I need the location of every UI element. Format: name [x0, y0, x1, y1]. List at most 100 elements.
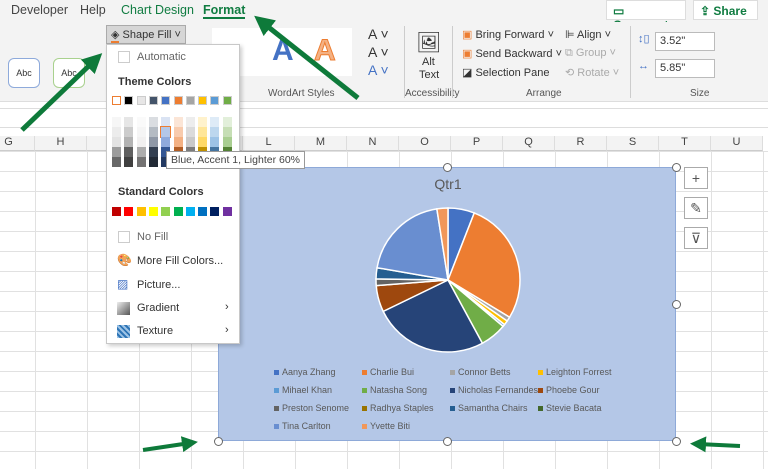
rotate-button[interactable]: ⟲ Rotate ˅ — [565, 66, 619, 79]
theme-color-shade-swatch[interactable] — [148, 127, 158, 137]
theme-color-shade-swatch[interactable] — [112, 157, 121, 167]
column-header[interactable]: Q — [503, 136, 555, 151]
column-header[interactable]: O — [399, 136, 451, 151]
legend-item[interactable]: Yvette Biti — [362, 421, 410, 431]
resize-handle[interactable] — [214, 437, 223, 446]
legend-item[interactable]: Stevie Bacata — [538, 403, 602, 413]
theme-color-shade-swatch[interactable] — [112, 147, 121, 157]
theme-color-swatch[interactable] — [148, 96, 158, 105]
theme-color-shade-swatch[interactable] — [124, 137, 134, 147]
standard-color-swatch[interactable] — [112, 207, 121, 216]
theme-color-shade-swatch[interactable] — [148, 147, 158, 157]
theme-color-shade-swatch[interactable] — [124, 127, 134, 137]
theme-color-shade-swatch[interactable] — [148, 137, 158, 147]
chart-elements-button[interactable]: + — [684, 167, 708, 189]
theme-color-shade-swatch[interactable] — [222, 137, 232, 147]
tab-help[interactable]: Help — [80, 3, 106, 17]
theme-color-shade-swatch[interactable] — [148, 157, 158, 167]
legend-item[interactable]: Leighton Forrest — [538, 367, 612, 377]
menu-more-fill-colors[interactable]: More Fill Colors... — [137, 255, 223, 267]
menu-automatic[interactable]: Automatic — [137, 51, 186, 63]
send-backward-button[interactable]: ▣ Send Backward ˅ — [462, 47, 562, 60]
theme-color-shade-swatch[interactable] — [112, 117, 121, 127]
bring-forward-button[interactable]: ▣ Bring Forward ˅ — [462, 28, 554, 41]
shape-style-1[interactable]: Abc — [8, 58, 40, 88]
text-fill-icon[interactable]: A ˅ — [368, 26, 389, 42]
column-header[interactable]: N — [347, 136, 399, 151]
theme-color-swatch[interactable] — [173, 96, 183, 105]
alt-text-label-2[interactable]: Text — [419, 69, 439, 81]
theme-color-swatch[interactable] — [210, 96, 220, 105]
theme-color-shade-swatch[interactable] — [124, 157, 134, 167]
column-header[interactable]: R — [555, 136, 607, 151]
theme-color-swatch[interactable] — [222, 96, 232, 105]
theme-color-shade-swatch[interactable] — [136, 117, 146, 127]
menu-picture[interactable]: Picture... — [137, 279, 180, 291]
theme-color-shade-swatch[interactable] — [173, 127, 183, 137]
share-button[interactable]: ⇪ Share — [693, 0, 758, 20]
theme-color-shade-swatch[interactable] — [161, 137, 171, 147]
theme-color-shade-swatch[interactable] — [185, 127, 195, 137]
theme-color-shade-swatch[interactable] — [222, 127, 232, 137]
chart-area[interactable]: Qtr1 Aanya Zhang Charlie Bui Connor Betts L… — [218, 167, 676, 441]
theme-color-shade-swatch[interactable] — [173, 137, 183, 147]
comments-button[interactable]: ▭ Comments — [606, 0, 686, 32]
theme-color-shade-swatch[interactable] — [124, 147, 134, 157]
chart-styles-button[interactable]: ✎ — [684, 197, 708, 219]
theme-color-swatch[interactable] — [112, 96, 121, 105]
theme-color-shade-swatch[interactable] — [161, 117, 171, 127]
menu-gradient[interactable]: Gradient — [137, 302, 179, 314]
theme-color-shade-swatch[interactable] — [210, 117, 220, 127]
standard-color-swatch[interactable] — [136, 207, 146, 216]
resize-handle[interactable] — [443, 437, 452, 446]
legend-item[interactable]: Connor Betts — [450, 367, 511, 377]
column-header[interactable]: S — [607, 136, 659, 151]
standard-color-swatch[interactable] — [161, 207, 171, 216]
pie-slice[interactable] — [376, 208, 449, 281]
group-button[interactable]: ⧉ Group ˅ — [565, 47, 616, 60]
column-header[interactable]: L — [243, 136, 295, 151]
theme-color-swatch[interactable] — [198, 96, 208, 105]
shape-fill-button[interactable]: ◈ Shape Fill ˅ — [106, 25, 186, 44]
theme-color-shade-swatch[interactable] — [185, 137, 195, 147]
theme-color-shade-swatch[interactable] — [136, 157, 146, 167]
tab-developer[interactable]: Developer — [11, 3, 68, 17]
theme-color-shade-swatch[interactable] — [222, 117, 232, 127]
column-header[interactable]: T — [659, 136, 711, 151]
legend-item[interactable]: Tina Carlton — [274, 421, 331, 431]
chart-filters-button[interactable]: ⊽ — [684, 227, 708, 249]
theme-color-shade-swatch[interactable] — [136, 137, 146, 147]
theme-color-shade-swatch[interactable] — [148, 117, 158, 127]
legend-item[interactable]: Preston Senome — [274, 403, 349, 413]
tab-chart-design[interactable]: Chart Design — [121, 3, 194, 17]
theme-color-shade-swatch[interactable] — [210, 137, 220, 147]
text-outline-icon[interactable]: A ˅ — [368, 44, 389, 60]
legend-item[interactable]: Natasha Song — [362, 385, 427, 395]
theme-color-shade-swatch[interactable] — [198, 137, 208, 147]
alt-text-label[interactable]: Alt — [422, 56, 435, 68]
standard-color-swatch[interactable] — [148, 207, 158, 216]
theme-color-shade-swatch[interactable] — [198, 117, 208, 127]
theme-color-shade-swatch[interactable] — [112, 137, 121, 147]
standard-color-swatch[interactable] — [210, 207, 220, 216]
shape-style-2[interactable]: Abc — [53, 58, 85, 88]
column-header[interactable]: M — [295, 136, 347, 151]
theme-color-shade-swatch[interactable] — [124, 117, 134, 127]
selection-pane-button[interactable]: ◪ Selection Pane — [462, 66, 549, 79]
tab-format[interactable]: Format — [203, 3, 246, 19]
theme-color-shade-swatch[interactable] — [160, 126, 172, 138]
legend-item[interactable]: Mihael Khan — [274, 385, 332, 395]
text-effects-icon[interactable]: A ˅ — [368, 62, 389, 78]
menu-no-fill[interactable]: No Fill — [137, 231, 168, 243]
height-input[interactable]: 3.52" — [655, 32, 715, 51]
column-header[interactable]: P — [451, 136, 503, 151]
legend-item[interactable]: Nicholas Fernandes — [450, 385, 538, 395]
column-header[interactable]: G — [0, 136, 35, 151]
theme-color-swatch[interactable] — [136, 96, 146, 105]
theme-color-shade-swatch[interactable] — [185, 117, 195, 127]
theme-color-swatch[interactable] — [161, 96, 171, 105]
width-input[interactable]: 5.85" — [655, 59, 715, 78]
standard-color-swatch[interactable] — [173, 207, 183, 216]
column-header[interactable]: H — [35, 136, 87, 151]
legend-item[interactable]: Charlie Bui — [362, 367, 414, 377]
